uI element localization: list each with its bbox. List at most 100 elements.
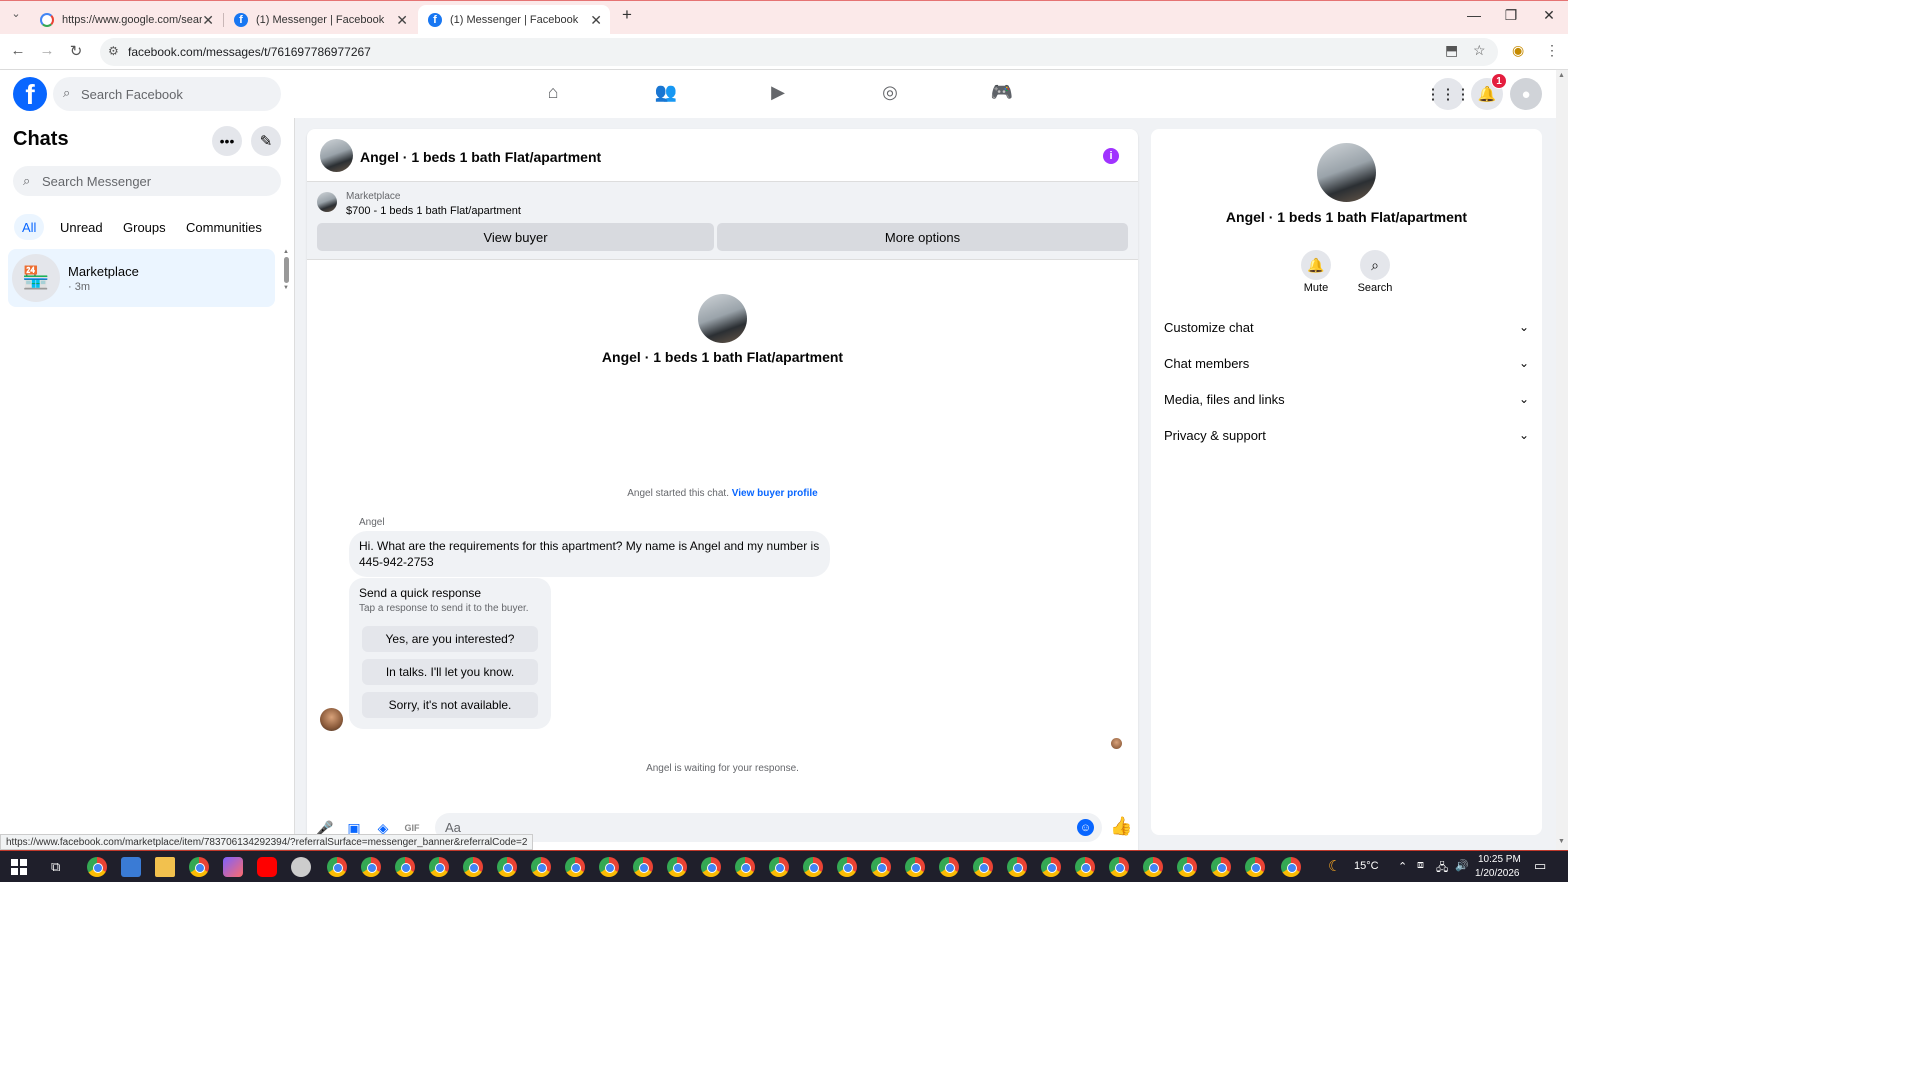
chrome-window-icon[interactable] bbox=[1177, 857, 1197, 877]
tray-app-icon[interactable]: ⧈ bbox=[1417, 859, 1424, 872]
section-chat-members[interactable]: Chat members ⌄ bbox=[1164, 349, 1529, 377]
scroll-down-icon[interactable]: ▼ bbox=[283, 285, 291, 291]
chrome-window-icon[interactable] bbox=[701, 857, 721, 877]
chrome-window-icon[interactable] bbox=[769, 857, 789, 877]
chrome-window-icon[interactable] bbox=[905, 857, 925, 877]
listing-thumbnail[interactable] bbox=[317, 192, 337, 212]
menu-grid-icon[interactable]: ⋮⋮⋮ bbox=[1426, 78, 1471, 110]
browser-tab-google[interactable]: https://www.google.com/search ✕ bbox=[30, 5, 222, 35]
chat-options-icon[interactable]: ••• bbox=[212, 126, 242, 156]
app-icon[interactable] bbox=[291, 857, 311, 877]
chrome-window-active-icon[interactable] bbox=[1281, 857, 1301, 877]
chrome-window-icon[interactable] bbox=[1211, 857, 1231, 877]
minimize-icon[interactable]: — bbox=[1459, 7, 1489, 23]
chrome-window-icon[interactable] bbox=[1075, 857, 1095, 877]
clock-date[interactable]: 1/20/2026 bbox=[1475, 868, 1520, 879]
chrome-window-icon[interactable] bbox=[633, 857, 653, 877]
new-message-icon[interactable]: ✎ bbox=[251, 126, 281, 156]
sender-avatar[interactable] bbox=[320, 708, 343, 731]
weather-icon[interactable]: ☾ bbox=[1328, 857, 1341, 875]
section-media-files-links[interactable]: Media, files and links ⌄ bbox=[1164, 385, 1529, 413]
forward-icon[interactable]: → bbox=[37, 42, 57, 59]
listing-title[interactable]: $700 - 1 beds 1 bath Flat/apartment bbox=[346, 205, 521, 217]
conversation-title[interactable]: Angel · 1 beds 1 bath Flat/apartment bbox=[360, 149, 601, 165]
photos-app-icon[interactable] bbox=[121, 857, 141, 877]
chrome-window-icon[interactable] bbox=[463, 857, 483, 877]
chrome-window-icon[interactable] bbox=[1109, 857, 1129, 877]
chrome-window-icon[interactable] bbox=[939, 857, 959, 877]
network-icon[interactable]: 🖧 bbox=[1436, 859, 1448, 878]
messenger-search-input[interactable]: ⌕ Search Messenger bbox=[13, 166, 281, 196]
account-avatar-icon[interactable]: ● bbox=[1510, 78, 1542, 110]
message-bubble[interactable]: Hi. What are the requirements for this a… bbox=[349, 531, 830, 577]
page-scrollbar[interactable]: ▲ ▼ bbox=[1556, 70, 1568, 850]
groups-icon[interactable]: ◎ bbox=[878, 82, 902, 106]
emoji-icon[interactable]: ☺ bbox=[1077, 819, 1094, 836]
chrome-window-icon[interactable] bbox=[497, 857, 517, 877]
chrome-window-icon[interactable] bbox=[803, 857, 823, 877]
chat-item-marketplace[interactable]: 🏪 Marketplace · 3m bbox=[8, 249, 275, 307]
quick-response-button[interactable]: Sorry, it's not available. bbox=[362, 692, 538, 718]
close-tab-icon[interactable]: ✕ bbox=[202, 12, 214, 29]
section-customize-chat[interactable]: Customize chat ⌄ bbox=[1164, 313, 1529, 341]
tab-search-dropdown-icon[interactable]: ⌄ bbox=[6, 7, 26, 20]
video-icon[interactable]: ▶ bbox=[766, 82, 790, 106]
notification-center-icon[interactable]: ▭ bbox=[1534, 858, 1546, 874]
chrome-window-icon[interactable] bbox=[531, 857, 551, 877]
file-explorer-icon[interactable] bbox=[155, 857, 175, 877]
address-bar[interactable]: ⚙ facebook.com/messages/t/76169778697726… bbox=[100, 38, 1498, 66]
chrome-window-icon[interactable] bbox=[1007, 857, 1027, 877]
close-window-icon[interactable]: ✕ bbox=[1534, 7, 1564, 24]
reload-icon[interactable]: ↻ bbox=[66, 42, 86, 60]
scroll-thumb[interactable] bbox=[284, 257, 289, 283]
scroll-down-icon[interactable]: ▼ bbox=[1558, 838, 1565, 845]
chrome-icon[interactable] bbox=[87, 857, 107, 877]
quick-response-button[interactable]: In talks. I'll let you know. bbox=[362, 659, 538, 685]
browser-tab-messenger-1[interactable]: f (1) Messenger | Facebook ✕ bbox=[224, 5, 416, 35]
message-input[interactable]: Aa bbox=[435, 813, 1102, 842]
chrome-window-icon[interactable] bbox=[429, 857, 449, 877]
mute-bell-icon[interactable]: 🔔 bbox=[1301, 250, 1331, 280]
chrome-window-icon[interactable] bbox=[1245, 857, 1265, 877]
facebook-search-input[interactable]: ⌕ Search Facebook bbox=[53, 77, 281, 111]
home-icon[interactable]: ⌂ bbox=[541, 82, 565, 106]
view-buyer-profile-link[interactable]: View buyer profile bbox=[732, 488, 818, 499]
clock-time[interactable]: 10:25 PM bbox=[1478, 854, 1521, 865]
chrome-window-icon[interactable] bbox=[1041, 857, 1061, 877]
close-tab-icon[interactable]: ✕ bbox=[396, 12, 408, 29]
browser-menu-icon[interactable]: ⋮ bbox=[1545, 42, 1559, 59]
chrome-window-icon[interactable] bbox=[361, 857, 381, 877]
new-tab-icon[interactable]: + bbox=[612, 5, 642, 25]
search-icon[interactable]: ⌕ bbox=[1360, 250, 1390, 280]
filter-all[interactable]: All bbox=[14, 214, 45, 240]
section-privacy-support[interactable]: Privacy & support ⌄ bbox=[1164, 421, 1529, 449]
quick-response-button[interactable]: Yes, are you interested? bbox=[362, 626, 538, 652]
site-info-icon[interactable]: ⚙ bbox=[108, 44, 119, 58]
close-tab-icon[interactable]: ✕ bbox=[590, 12, 602, 29]
temperature[interactable]: 15°C bbox=[1354, 860, 1379, 872]
info-icon[interactable]: i bbox=[1103, 148, 1119, 164]
browser-tab-messenger-2[interactable]: f (1) Messenger | Facebook ✕ bbox=[418, 5, 610, 35]
copilot-icon[interactable] bbox=[223, 857, 243, 877]
windows-start-icon[interactable] bbox=[11, 859, 27, 875]
restore-icon[interactable]: ❐ bbox=[1496, 7, 1526, 24]
profile-icon[interactable]: ◉ bbox=[1512, 42, 1524, 59]
filter-communities[interactable]: Communities bbox=[178, 214, 270, 240]
back-icon[interactable]: ← bbox=[8, 42, 28, 59]
more-options-button[interactable]: More options bbox=[717, 223, 1128, 251]
filter-unread[interactable]: Unread bbox=[52, 214, 111, 240]
chrome-window-icon[interactable] bbox=[599, 857, 619, 877]
scroll-up-icon[interactable]: ▲ bbox=[283, 249, 291, 255]
facebook-logo-icon[interactable]: f bbox=[13, 77, 47, 111]
chrome-window-icon[interactable] bbox=[871, 857, 891, 877]
bookmark-star-icon[interactable]: ☆ bbox=[1473, 42, 1486, 59]
conversation-avatar[interactable] bbox=[320, 139, 353, 172]
youtube-icon[interactable] bbox=[257, 857, 277, 877]
chrome-window-icon[interactable] bbox=[1143, 857, 1163, 877]
scroll-up-icon[interactable]: ▲ bbox=[1558, 72, 1565, 79]
install-app-icon[interactable]: ⬒ bbox=[1445, 42, 1458, 59]
chrome-window-icon[interactable] bbox=[565, 857, 585, 877]
tray-overflow-icon[interactable]: ⌃ bbox=[1398, 860, 1407, 873]
view-buyer-button[interactable]: View buyer bbox=[317, 223, 714, 251]
chrome-window-icon[interactable] bbox=[973, 857, 993, 877]
